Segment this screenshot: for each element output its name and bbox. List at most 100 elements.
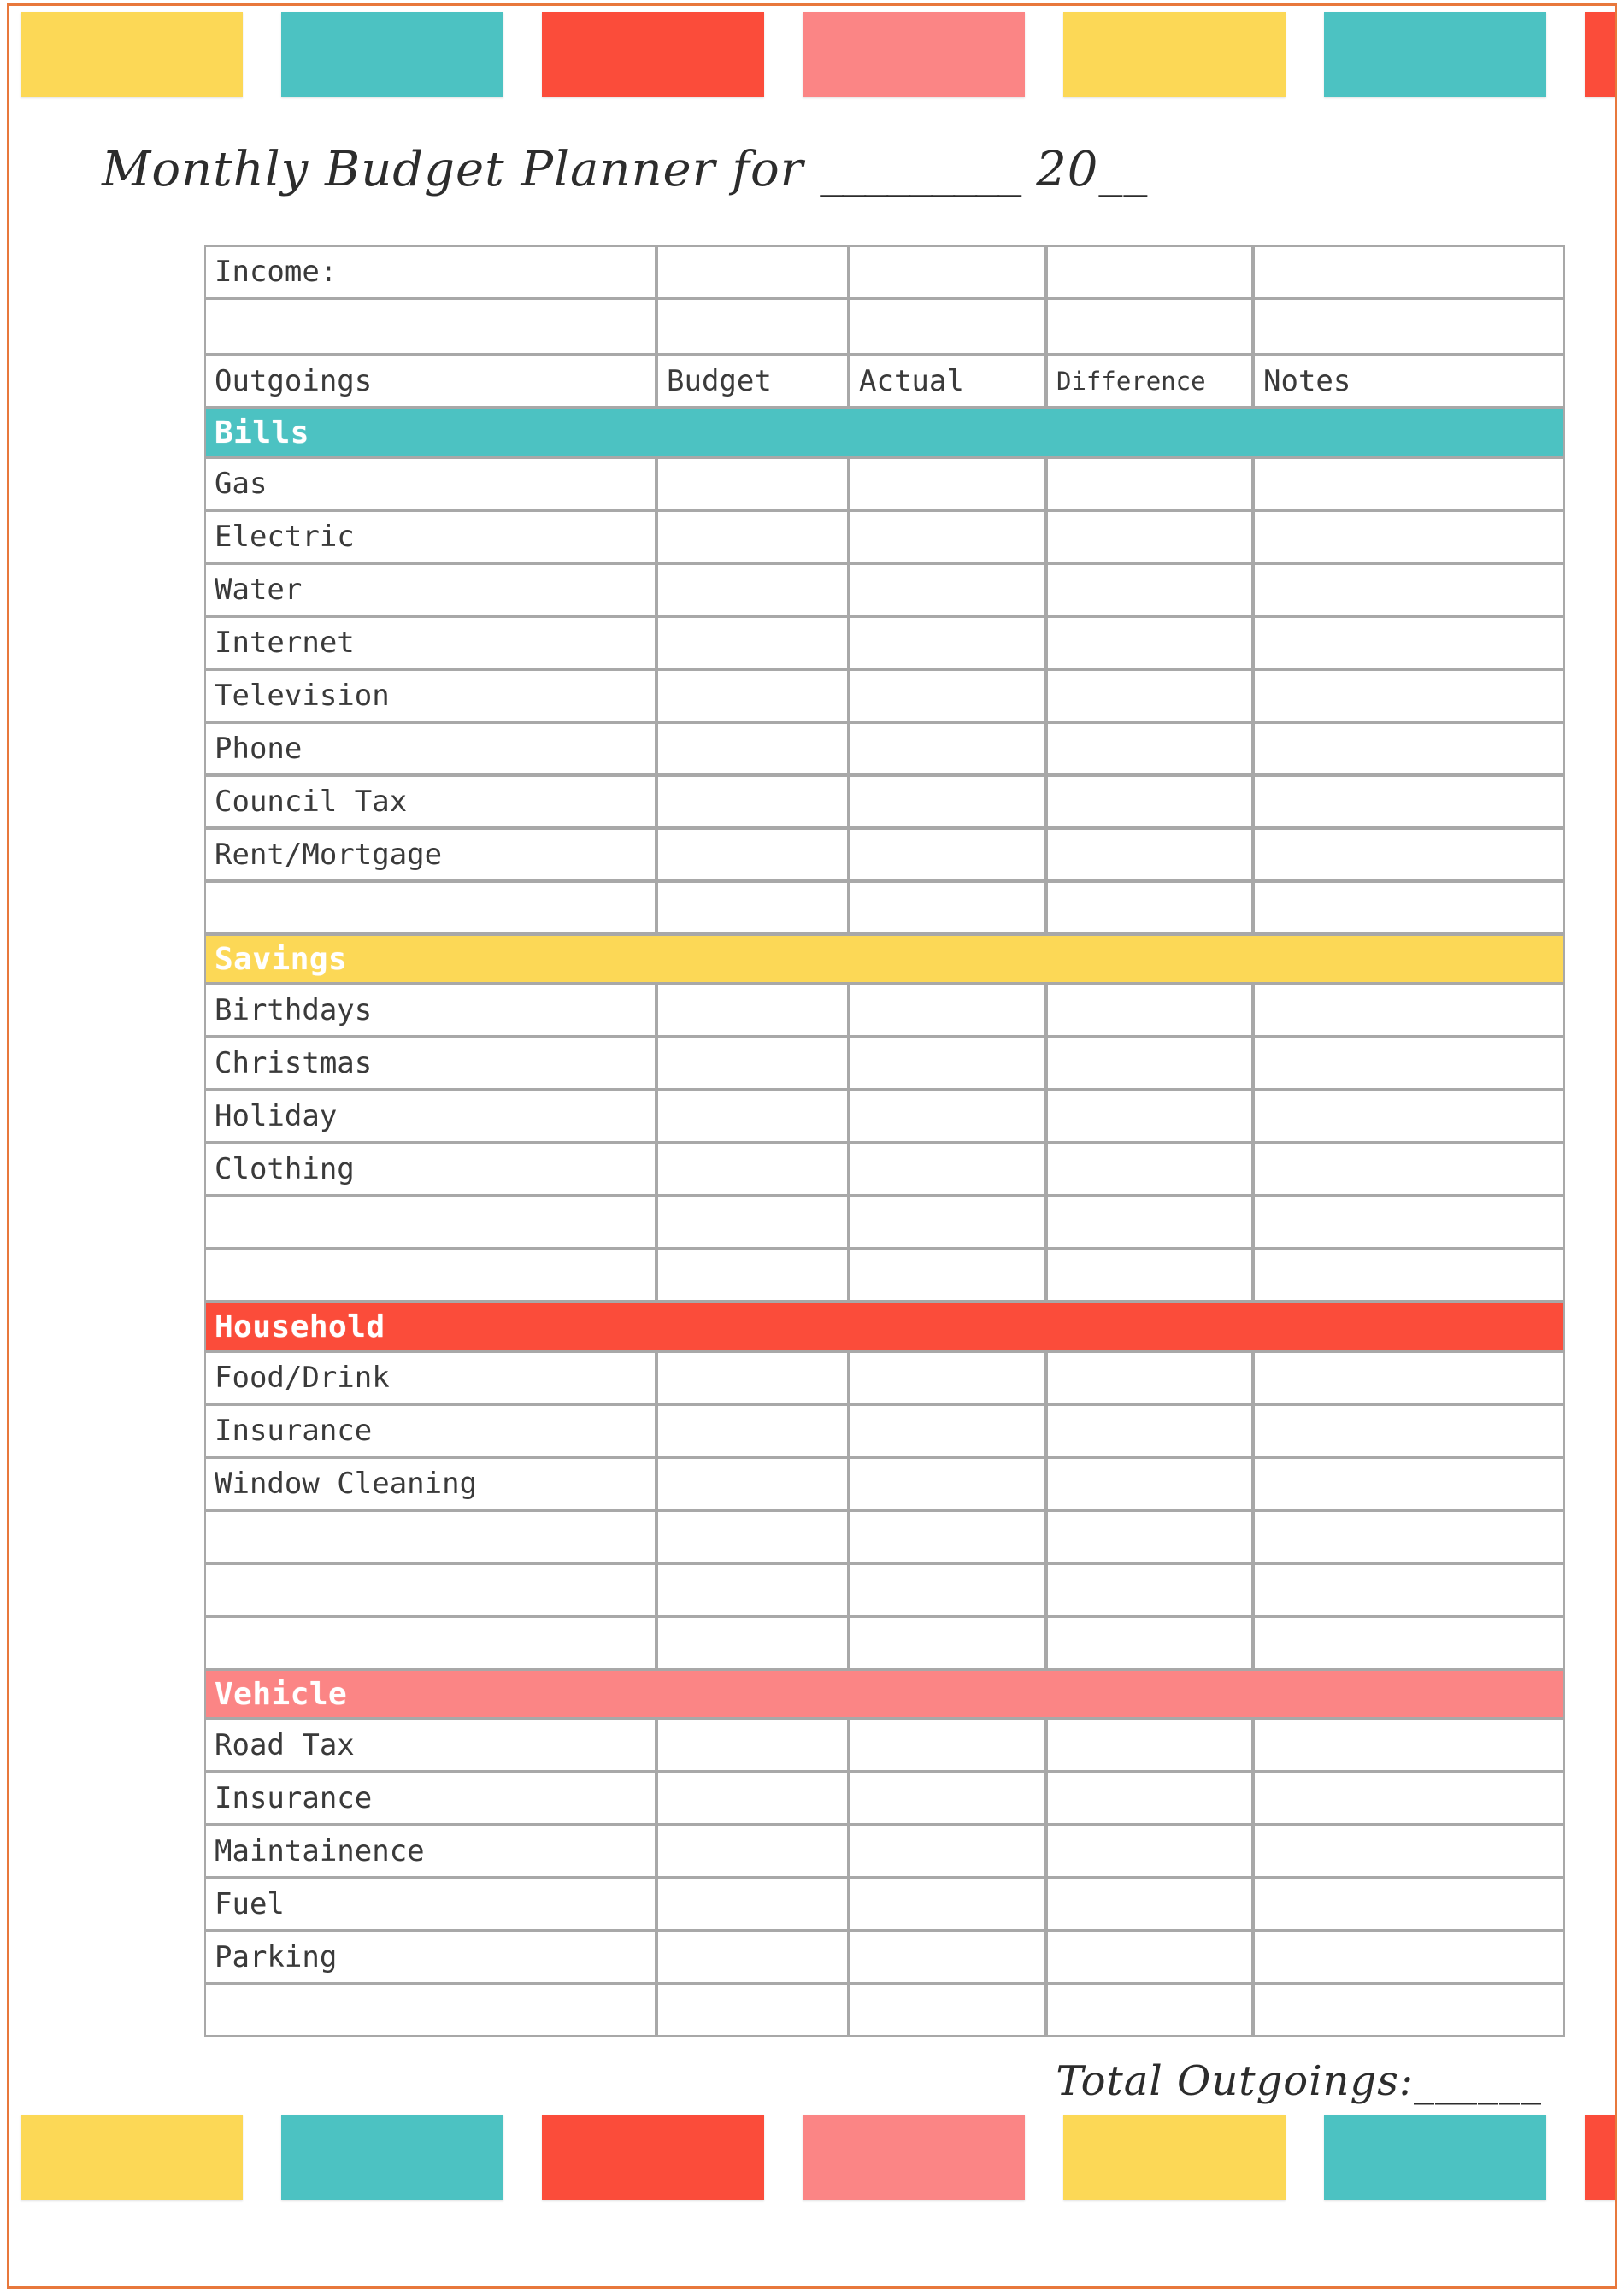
row-bills-6-notes-cell[interactable]: [1253, 775, 1565, 828]
row-bills-7-difference-cell[interactable]: [1046, 828, 1253, 881]
row-bills-8-budget-cell[interactable]: [656, 881, 849, 934]
row-bills-2-budget-cell[interactable]: [656, 563, 849, 616]
row-bills-7-budget-cell[interactable]: [656, 828, 849, 881]
row-vehicle-1-actual-cell[interactable]: [849, 1772, 1046, 1825]
row-household-4-actual-cell[interactable]: [849, 1563, 1046, 1616]
income-entry-label-cell[interactable]: [204, 298, 656, 355]
income-difference-cell[interactable]: [1046, 245, 1253, 298]
row-household-0-difference-cell[interactable]: [1046, 1351, 1253, 1404]
row-vehicle-5-difference-cell[interactable]: [1046, 1984, 1253, 2037]
row-savings-5-notes-cell[interactable]: [1253, 1249, 1565, 1302]
row-bills-7-notes-cell[interactable]: [1253, 828, 1565, 881]
row-household-1-notes-cell[interactable]: [1253, 1404, 1565, 1457]
income-budget-cell[interactable]: [656, 245, 849, 298]
row-label-blank-household-5[interactable]: [204, 1616, 656, 1669]
row-bills-1-notes-cell[interactable]: [1253, 510, 1565, 563]
income-entry-budget-cell[interactable]: [656, 298, 849, 355]
row-label-blank-vehicle-5[interactable]: [204, 1984, 656, 2037]
row-vehicle-0-actual-cell[interactable]: [849, 1719, 1046, 1772]
row-savings-3-difference-cell[interactable]: [1046, 1143, 1253, 1196]
row-bills-1-budget-cell[interactable]: [656, 510, 849, 563]
row-vehicle-0-difference-cell[interactable]: [1046, 1719, 1253, 1772]
row-label-blank-bills-8[interactable]: [204, 881, 656, 934]
row-vehicle-3-actual-cell[interactable]: [849, 1878, 1046, 1931]
row-savings-4-notes-cell[interactable]: [1253, 1196, 1565, 1249]
row-household-5-budget-cell[interactable]: [656, 1616, 849, 1669]
row-savings-2-notes-cell[interactable]: [1253, 1090, 1565, 1143]
row-bills-0-difference-cell[interactable]: [1046, 457, 1253, 510]
row-household-5-notes-cell[interactable]: [1253, 1616, 1565, 1669]
row-household-2-actual-cell[interactable]: [849, 1457, 1046, 1510]
row-savings-0-difference-cell[interactable]: [1046, 984, 1253, 1037]
row-bills-5-notes-cell[interactable]: [1253, 722, 1565, 775]
row-savings-3-actual-cell[interactable]: [849, 1143, 1046, 1196]
row-savings-3-budget-cell[interactable]: [656, 1143, 849, 1196]
row-bills-0-notes-cell[interactable]: [1253, 457, 1565, 510]
row-bills-6-actual-cell[interactable]: [849, 775, 1046, 828]
row-household-2-difference-cell[interactable]: [1046, 1457, 1253, 1510]
row-vehicle-4-difference-cell[interactable]: [1046, 1931, 1253, 1984]
row-household-5-difference-cell[interactable]: [1046, 1616, 1253, 1669]
row-bills-8-actual-cell[interactable]: [849, 881, 1046, 934]
row-household-3-notes-cell[interactable]: [1253, 1510, 1565, 1563]
row-vehicle-3-notes-cell[interactable]: [1253, 1878, 1565, 1931]
income-actual-cell[interactable]: [849, 245, 1046, 298]
row-household-3-budget-cell[interactable]: [656, 1510, 849, 1563]
row-savings-4-actual-cell[interactable]: [849, 1196, 1046, 1249]
row-household-4-difference-cell[interactable]: [1046, 1563, 1253, 1616]
income-entry-notes-cell[interactable]: [1253, 298, 1565, 355]
row-vehicle-4-notes-cell[interactable]: [1253, 1931, 1565, 1984]
row-vehicle-0-budget-cell[interactable]: [656, 1719, 849, 1772]
row-household-2-budget-cell[interactable]: [656, 1457, 849, 1510]
row-vehicle-3-budget-cell[interactable]: [656, 1878, 849, 1931]
row-bills-2-difference-cell[interactable]: [1046, 563, 1253, 616]
row-vehicle-4-actual-cell[interactable]: [849, 1931, 1046, 1984]
row-vehicle-5-notes-cell[interactable]: [1253, 1984, 1565, 2037]
row-bills-5-budget-cell[interactable]: [656, 722, 849, 775]
row-label-blank-household-3[interactable]: [204, 1510, 656, 1563]
income-entry-actual-cell[interactable]: [849, 298, 1046, 355]
income-entry-difference-cell[interactable]: [1046, 298, 1253, 355]
row-savings-0-actual-cell[interactable]: [849, 984, 1046, 1037]
row-household-4-budget-cell[interactable]: [656, 1563, 849, 1616]
row-bills-1-actual-cell[interactable]: [849, 510, 1046, 563]
row-vehicle-2-actual-cell[interactable]: [849, 1825, 1046, 1878]
row-vehicle-3-difference-cell[interactable]: [1046, 1878, 1253, 1931]
row-bills-4-difference-cell[interactable]: [1046, 669, 1253, 722]
row-bills-3-difference-cell[interactable]: [1046, 616, 1253, 669]
row-household-1-actual-cell[interactable]: [849, 1404, 1046, 1457]
row-bills-5-actual-cell[interactable]: [849, 722, 1046, 775]
row-household-1-budget-cell[interactable]: [656, 1404, 849, 1457]
row-household-5-actual-cell[interactable]: [849, 1616, 1046, 1669]
row-savings-2-actual-cell[interactable]: [849, 1090, 1046, 1143]
row-bills-8-notes-cell[interactable]: [1253, 881, 1565, 934]
row-household-0-budget-cell[interactable]: [656, 1351, 849, 1404]
row-household-3-actual-cell[interactable]: [849, 1510, 1046, 1563]
row-bills-1-difference-cell[interactable]: [1046, 510, 1253, 563]
income-notes-cell[interactable]: [1253, 245, 1565, 298]
row-household-1-difference-cell[interactable]: [1046, 1404, 1253, 1457]
row-bills-6-budget-cell[interactable]: [656, 775, 849, 828]
row-vehicle-1-difference-cell[interactable]: [1046, 1772, 1253, 1825]
row-bills-2-actual-cell[interactable]: [849, 563, 1046, 616]
row-vehicle-1-budget-cell[interactable]: [656, 1772, 849, 1825]
row-savings-5-budget-cell[interactable]: [656, 1249, 849, 1302]
row-bills-7-actual-cell[interactable]: [849, 828, 1046, 881]
row-bills-4-budget-cell[interactable]: [656, 669, 849, 722]
row-household-4-notes-cell[interactable]: [1253, 1563, 1565, 1616]
row-vehicle-4-budget-cell[interactable]: [656, 1931, 849, 1984]
row-bills-2-notes-cell[interactable]: [1253, 563, 1565, 616]
row-savings-0-notes-cell[interactable]: [1253, 984, 1565, 1037]
row-bills-6-difference-cell[interactable]: [1046, 775, 1253, 828]
row-household-0-notes-cell[interactable]: [1253, 1351, 1565, 1404]
row-bills-8-difference-cell[interactable]: [1046, 881, 1253, 934]
row-savings-4-budget-cell[interactable]: [656, 1196, 849, 1249]
row-label-blank-savings-5[interactable]: [204, 1249, 656, 1302]
row-bills-5-difference-cell[interactable]: [1046, 722, 1253, 775]
row-savings-1-difference-cell[interactable]: [1046, 1037, 1253, 1090]
row-label-blank-savings-4[interactable]: [204, 1196, 656, 1249]
row-vehicle-1-notes-cell[interactable]: [1253, 1772, 1565, 1825]
row-savings-0-budget-cell[interactable]: [656, 984, 849, 1037]
row-savings-2-difference-cell[interactable]: [1046, 1090, 1253, 1143]
row-savings-5-actual-cell[interactable]: [849, 1249, 1046, 1302]
